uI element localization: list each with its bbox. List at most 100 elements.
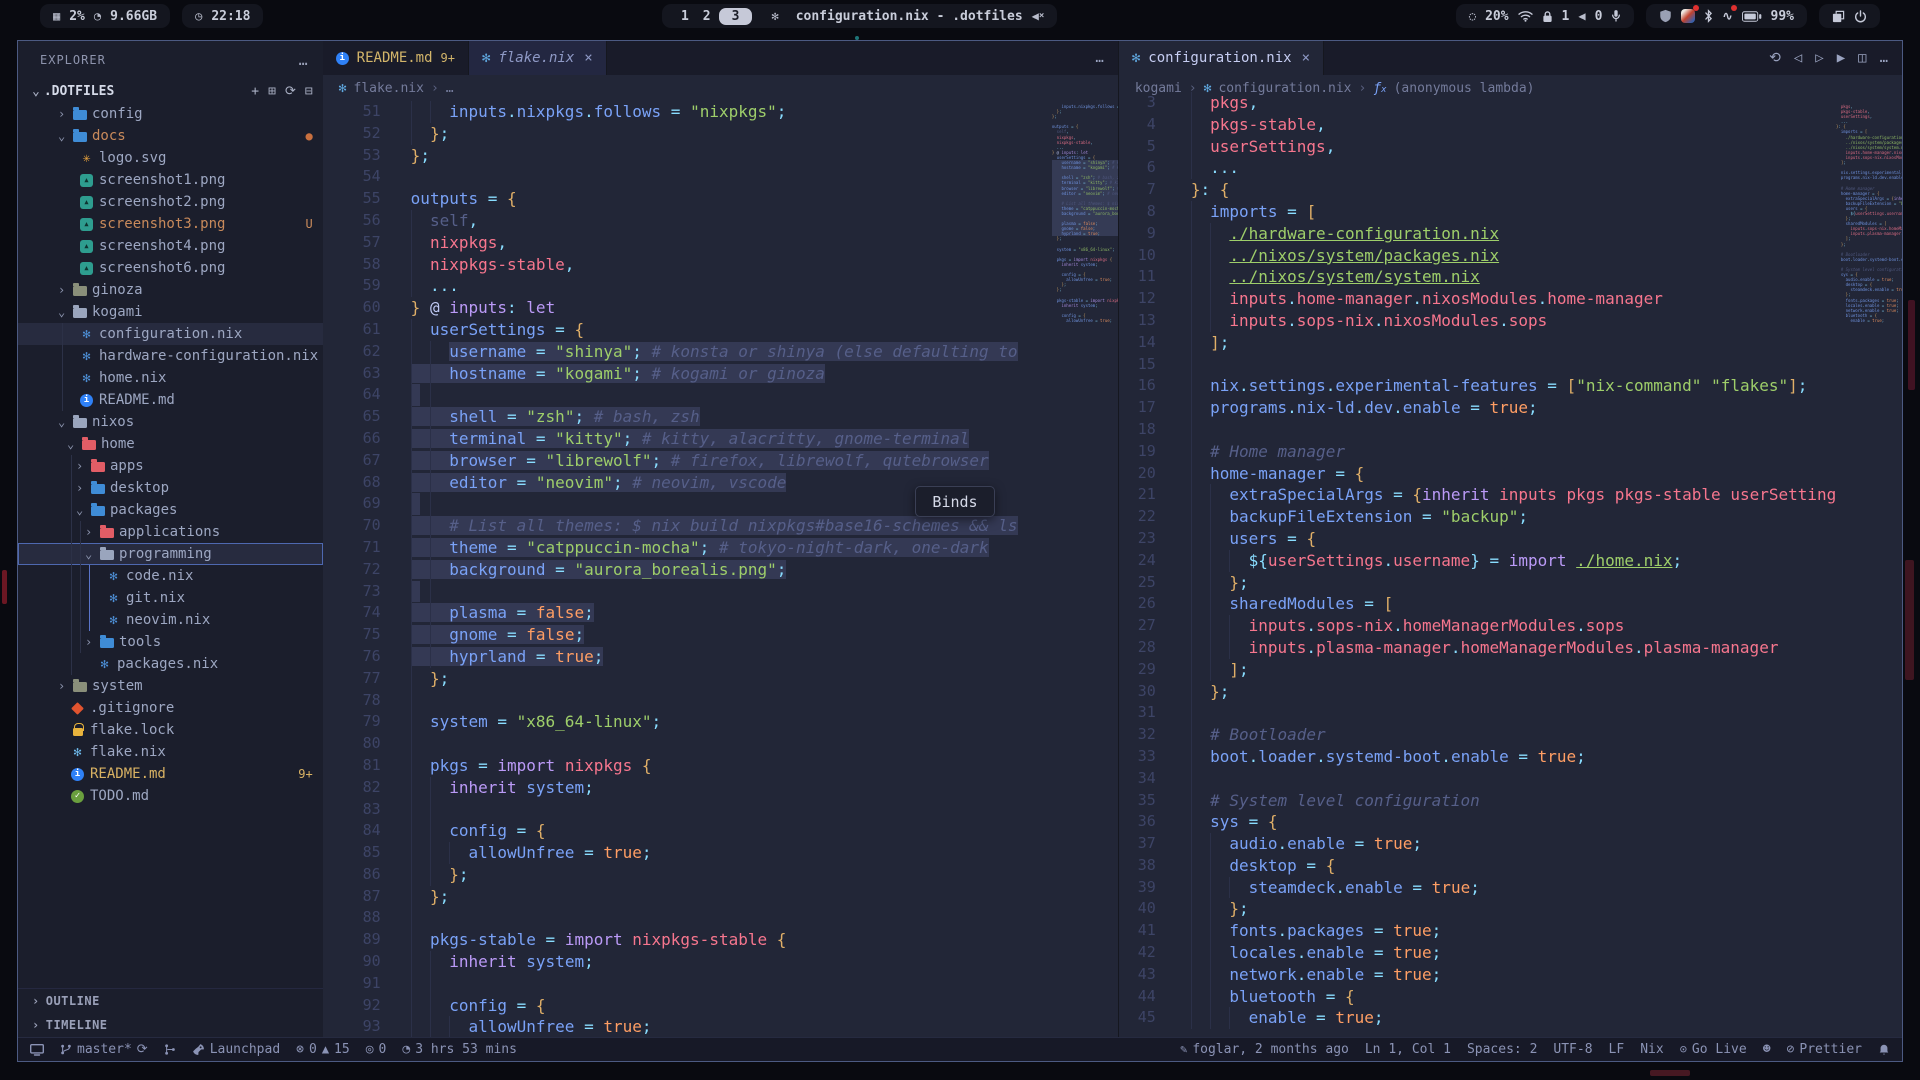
code-line[interactable]: 70 # List all themes: $ nix build nixpkg… (323, 515, 1052, 537)
code-line[interactable]: 30 }; (1119, 681, 1836, 703)
code-line[interactable]: 13 inputs.sops-nix.nixosModules.sops (1119, 310, 1836, 332)
tree-item-desktop[interactable]: ›desktop (18, 477, 323, 499)
code-line[interactable]: 60} @ inputs: let (323, 297, 1052, 319)
code-editor-flake-nix[interactable]: 51 inputs.nixpkgs.follows = "nixpkgs";52… (323, 101, 1052, 1037)
status-notifications[interactable] (1878, 1043, 1890, 1056)
code-line[interactable]: 75 gnome = false; (323, 624, 1052, 646)
outline-section[interactable]: › OUTLINE (18, 989, 323, 1013)
tree-item-.gitignore[interactable]: .gitignore (18, 697, 323, 719)
code-line[interactable]: 39 steamdeck.enable = true; (1119, 877, 1836, 899)
bluetooth-icon[interactable] (1704, 9, 1713, 23)
system-stats-module[interactable]: ▦ 2% ◔ 9.66GB (40, 4, 170, 28)
code-line[interactable]: 4 pkgs-stable, (1119, 114, 1836, 136)
code-line[interactable]: 19 # Home manager (1119, 441, 1836, 463)
vpn-shield-icon[interactable] (1659, 9, 1672, 23)
history-icon[interactable]: ⟲ (1769, 50, 1781, 66)
tree-item-programming[interactable]: ⌄programming (18, 543, 323, 565)
tree-item-screenshot1.png[interactable]: ▲screenshot1.png (18, 169, 323, 191)
code-line[interactable]: 43 network.enable = true; (1119, 964, 1836, 986)
code-line[interactable]: 17 programs.nix-ld.dev.enable = true; (1119, 397, 1836, 419)
tab-configuration-nix[interactable]: ✻ configuration.nix × (1119, 41, 1324, 75)
status-prettier[interactable]: ⊘Prettier (1787, 1042, 1862, 1057)
refresh-explorer-icon[interactable]: ⟳ (285, 84, 296, 99)
clipboard-icon[interactable] (1832, 10, 1845, 23)
tree-item-nixos[interactable]: ⌄nixos (18, 411, 323, 433)
code-line[interactable]: 3 pkgs, (1119, 92, 1836, 114)
new-file-icon[interactable]: + (251, 84, 259, 99)
code-line[interactable]: 80 (323, 733, 1052, 755)
code-line[interactable]: 20 home-manager = { (1119, 463, 1836, 485)
code-line[interactable]: 56 self, (323, 210, 1052, 232)
more-icon[interactable]: … (1880, 50, 1888, 66)
muted-speaker-icon[interactable]: ◀× (1032, 9, 1045, 23)
code-line[interactable]: 11 ../nixos/system/system.nix (1119, 266, 1836, 288)
code-line[interactable]: 89 pkgs-stable = import nixpkgs-stable { (323, 929, 1052, 951)
code-line[interactable]: 29 ]; (1119, 659, 1836, 681)
code-line[interactable]: 87 }; (323, 886, 1052, 908)
code-line[interactable]: 91 (323, 973, 1052, 995)
tree-item-screenshot2.png[interactable]: ▲screenshot2.png (18, 191, 323, 213)
code-line[interactable]: 61 userSettings = { (323, 319, 1052, 341)
split-editor-icon[interactable]: ◫ (1858, 50, 1866, 66)
tree-item-kogami[interactable]: ⌄kogami (18, 301, 323, 323)
code-line[interactable]: 33 boot.loader.systemd-boot.enable = tru… (1119, 746, 1836, 768)
tree-item-logo.svg[interactable]: ✳logo.svg (18, 147, 323, 169)
clock-module[interactable]: ◷ 22:18 (182, 4, 263, 28)
status-indentation[interactable]: Spaces: 2 (1467, 1042, 1537, 1057)
code-line[interactable]: 34 (1119, 768, 1836, 790)
close-icon[interactable]: × (1302, 50, 1310, 66)
code-line[interactable]: 83 (323, 799, 1052, 821)
tree-item-README.md[interactable]: iREADME.md (18, 389, 323, 411)
workspace-2[interactable]: 2 (697, 9, 717, 24)
code-line[interactable]: 78 (323, 690, 1052, 712)
code-line[interactable]: 26 sharedModules = [ (1119, 593, 1836, 615)
code-line[interactable]: 6 ... (1119, 157, 1836, 179)
code-line[interactable]: 31 (1119, 702, 1836, 724)
code-line[interactable]: 65 shell = "zsh"; # bash, zsh (323, 406, 1052, 428)
code-line[interactable]: 82 inherit system; (323, 777, 1052, 799)
system-tray[interactable]: ∿ 99% (1646, 4, 1807, 28)
close-icon[interactable]: × (584, 50, 592, 66)
code-line[interactable]: 90 inherit system; (323, 951, 1052, 973)
workspace-1[interactable]: 1 (675, 9, 695, 24)
code-line[interactable]: 88 (323, 907, 1052, 929)
status-ports[interactable]: ◎0 (366, 1042, 387, 1057)
code-line[interactable]: 14 ]; (1119, 332, 1836, 354)
status-remote-indicator[interactable] (30, 1044, 44, 1056)
code-line[interactable]: 15 (1119, 354, 1836, 376)
tree-item-packages[interactable]: ⌄packages (18, 499, 323, 521)
workspace-3[interactable]: 3 (719, 8, 753, 25)
minimap[interactable]: inputs.nixpkgs.follows = "nixpkgs"; };};… (1052, 101, 1118, 1037)
code-line[interactable]: 24 ${userSettings.username} = import ./h… (1119, 550, 1836, 572)
status-problems[interactable]: ⊗0▲15 (296, 1042, 350, 1057)
sync-tray-icon[interactable]: ∿ (1722, 9, 1732, 23)
tree-item-README.md[interactable]: iREADME.md9+ (18, 763, 323, 785)
tree-item-home.nix[interactable]: ✻home.nix (18, 367, 323, 389)
code-line[interactable]: 8 imports = [ (1119, 201, 1836, 223)
code-line[interactable]: 28 inputs.plasma-manager.homeManagerModu… (1119, 637, 1836, 659)
code-line[interactable]: 18 (1119, 419, 1836, 441)
breadcrumb-symbol[interactable]: … (446, 81, 454, 96)
status-eol[interactable]: LF (1609, 1042, 1625, 1057)
status-git-branch[interactable]: master*⟳ (60, 1042, 148, 1057)
code-line[interactable]: 38 desktop = { (1119, 855, 1836, 877)
prev-change-icon[interactable]: ◁ (1794, 50, 1802, 66)
power-module[interactable] (1819, 4, 1880, 28)
code-line[interactable]: 45 enable = true; (1119, 1007, 1836, 1029)
code-line[interactable]: 59 ... (323, 275, 1052, 297)
code-line[interactable]: 36 sys = { (1119, 811, 1836, 833)
code-line[interactable]: 77 }; (323, 668, 1052, 690)
status-git-blame[interactable]: ✎foglar, 2 months ago (1180, 1042, 1349, 1057)
tree-item-applications[interactable]: ›applications (18, 521, 323, 543)
tree-item-flake.nix[interactable]: ✻flake.nix (18, 741, 323, 763)
hardware-stats-module[interactable]: ◌ 20% 1 ◀ 0 (1456, 4, 1635, 28)
tree-item-packages.nix[interactable]: ✻packages.nix (18, 653, 323, 675)
code-line[interactable]: 74 plasma = false; (323, 602, 1052, 624)
code-line[interactable]: 53}; (323, 145, 1052, 167)
status-git-graph[interactable] (164, 1043, 176, 1056)
code-line[interactable]: 27 inputs.sops-nix.homeManagerModules.so… (1119, 615, 1836, 637)
code-line[interactable]: 58 nixpkgs-stable, (323, 254, 1052, 276)
code-line[interactable]: 21 extraSpecialArgs = {inherit inputs pk… (1119, 484, 1836, 506)
tree-item-git.nix[interactable]: ✻git.nix (18, 587, 323, 609)
tree-item-screenshot6.png[interactable]: ▲screenshot6.png (18, 257, 323, 279)
